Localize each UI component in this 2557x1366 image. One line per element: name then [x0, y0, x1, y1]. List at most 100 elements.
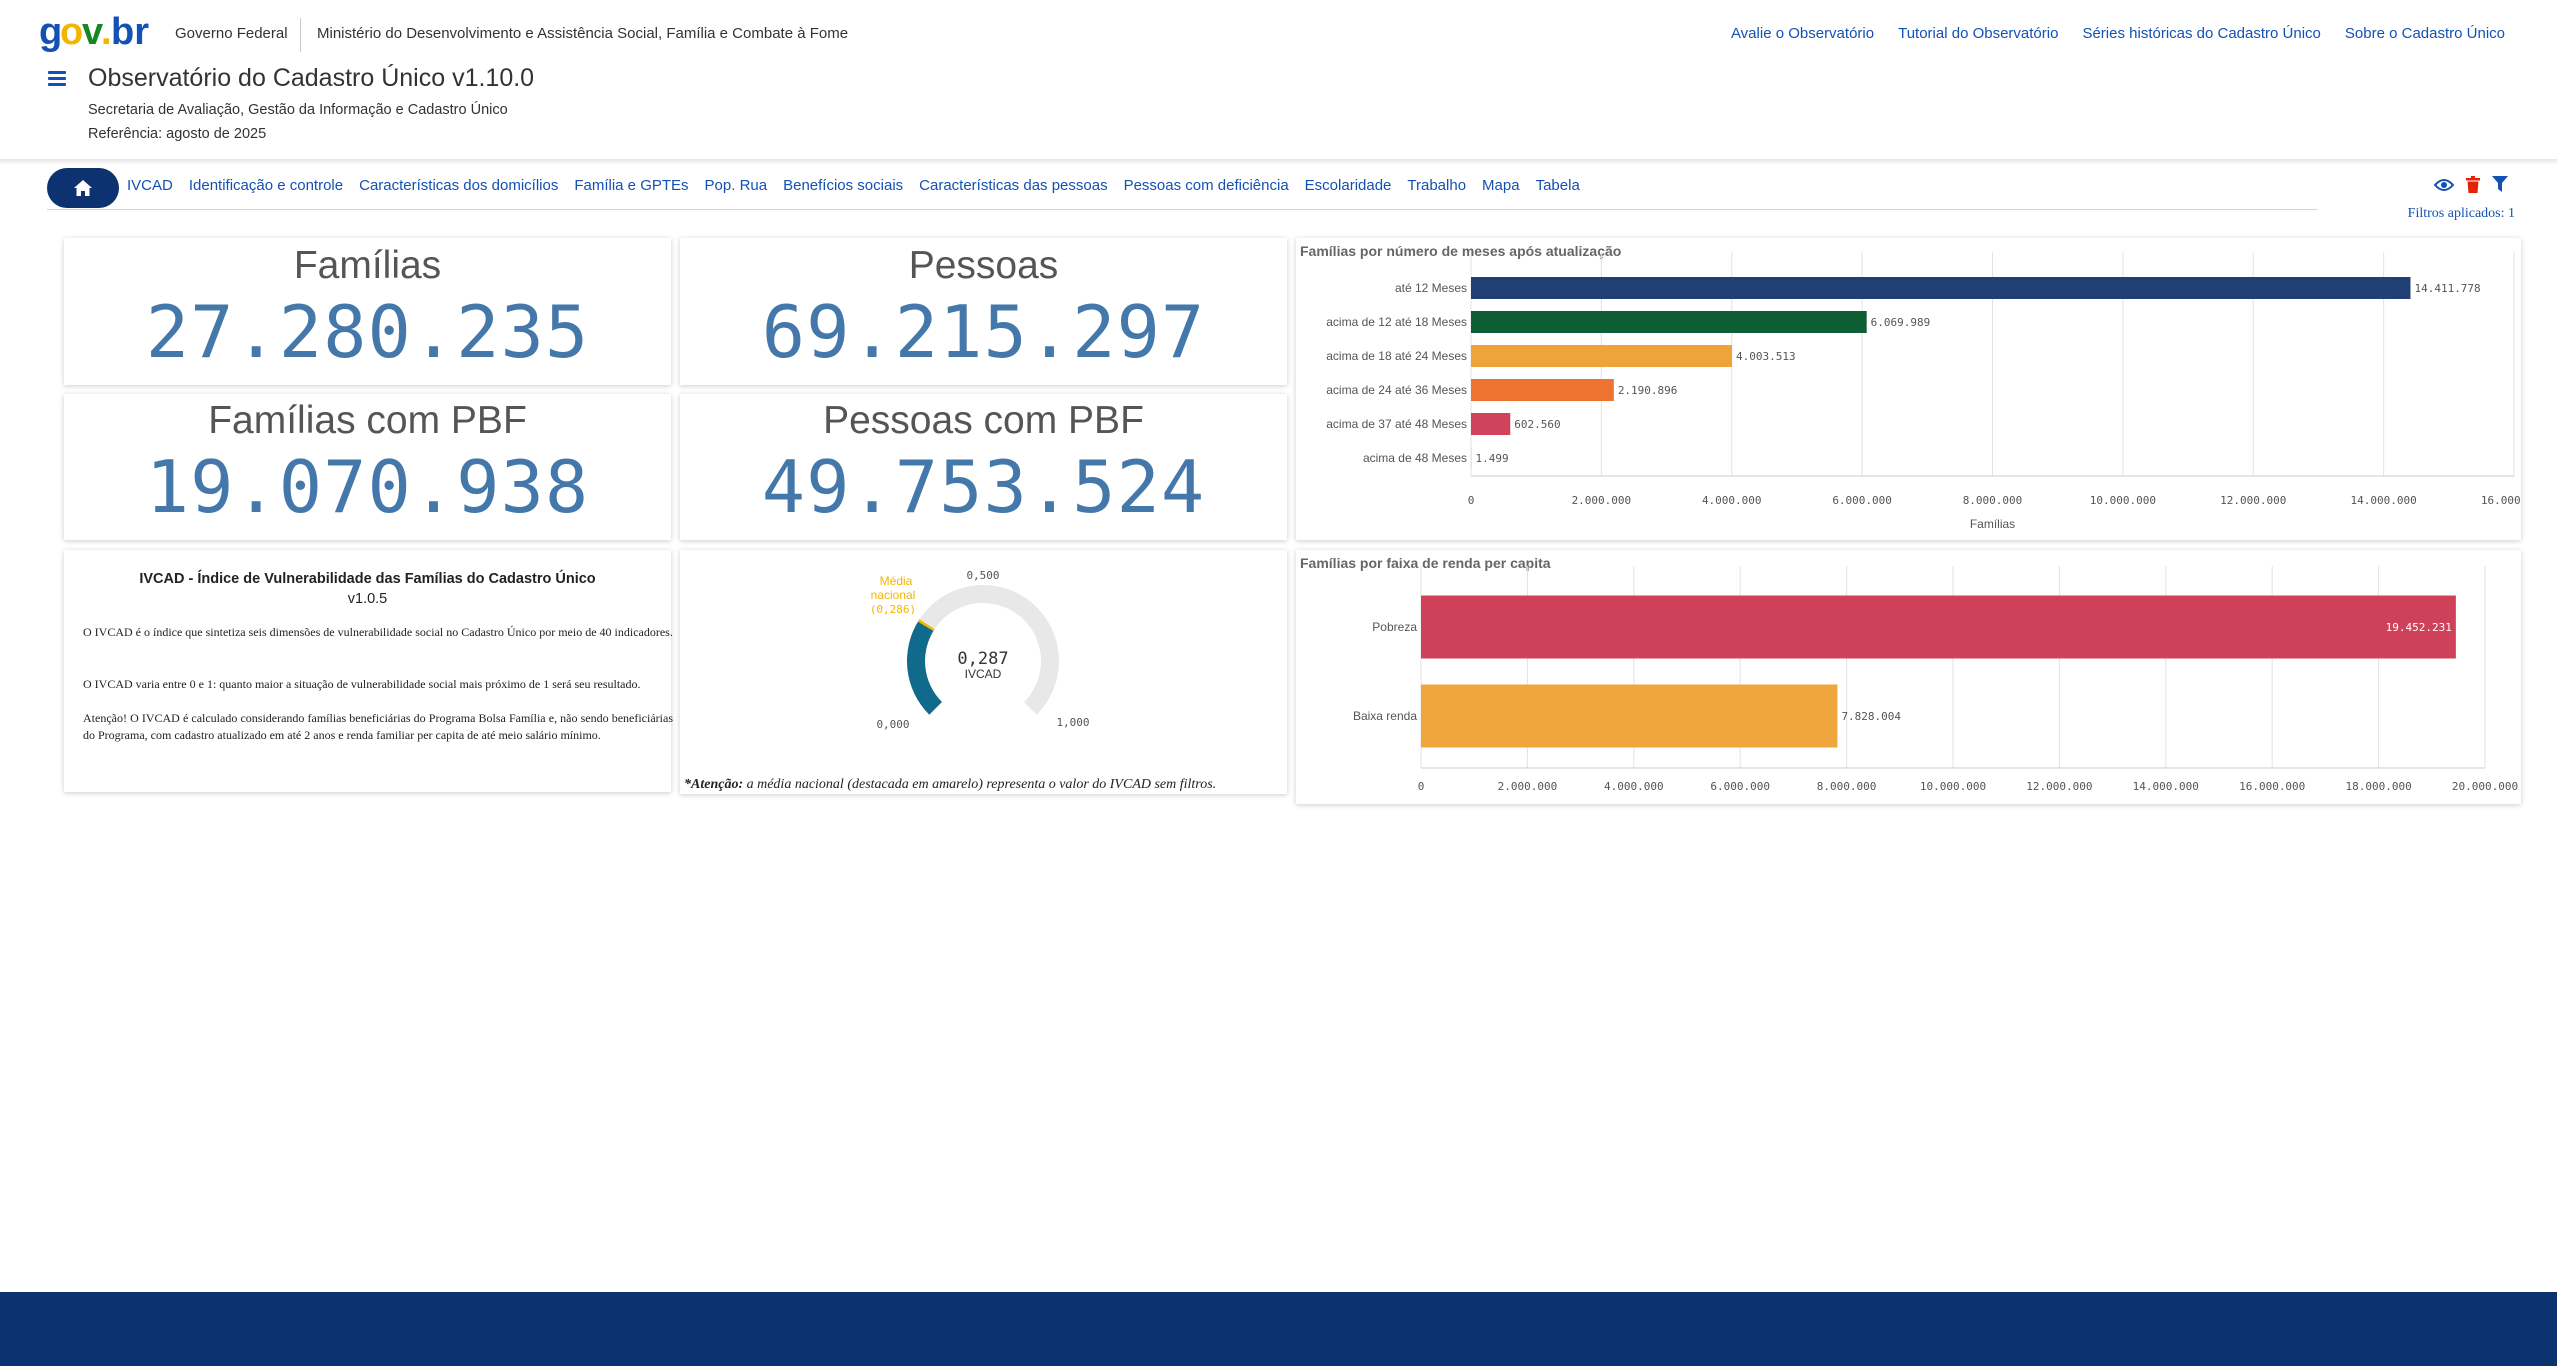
- kpi-label: Pessoas com PBF: [823, 399, 1144, 442]
- header-divider: [300, 18, 301, 52]
- ivcad-gauge-card: 0,287 IVCAD 0,500 0,000 1,000 Média naci…: [680, 550, 1287, 794]
- gauge-center-label: IVCAD: [965, 667, 1002, 681]
- gauge-note-text: a média nacional (destacada em amarelo) …: [743, 777, 1217, 792]
- home-icon: [74, 180, 92, 196]
- footer-bar: [0, 1292, 2557, 1366]
- category-label: acima de 48 Meses: [1363, 451, 1467, 465]
- category-label: Pobreza: [1372, 620, 1417, 634]
- link-tutorial[interactable]: Tutorial do Observatório: [1898, 25, 2058, 42]
- tab-escolaridade[interactable]: Escolaridade: [1305, 177, 1392, 194]
- filters-applied[interactable]: Filtros aplicados: 1: [2408, 206, 2515, 222]
- tab-deficiencia[interactable]: Pessoas com deficiência: [1124, 177, 1289, 194]
- kpi-value: 19.070.938: [145, 445, 590, 529]
- x-tick-label: 14.000.000: [2133, 780, 2199, 793]
- data-label: 19.452.231: [2386, 621, 2452, 634]
- tab-familia-gptes[interactable]: Família e GPTEs: [574, 177, 688, 194]
- kpi-value: 27.280.235: [145, 290, 590, 374]
- data-label: 1.499: [1476, 452, 1509, 465]
- data-label: 2.190.896: [1618, 384, 1678, 397]
- category-label: Baixa renda: [1353, 709, 1417, 723]
- svg-text:.: .: [101, 11, 112, 52]
- toolbar-icons: [2434, 176, 2508, 193]
- link-sobre[interactable]: Sobre o Cadastro Único: [2345, 25, 2505, 42]
- ivcad-paragraph-1: O IVCAD é o índice que sintetiza seis di…: [83, 625, 673, 639]
- national-average-label-3: (0,286): [870, 603, 916, 616]
- bar: [1471, 447, 1472, 469]
- data-label: 6.069.989: [1871, 316, 1931, 329]
- bar: [1471, 413, 1511, 435]
- x-tick-label: 16.000.000: [2481, 494, 2521, 507]
- national-average-label-2: nacional: [871, 588, 916, 602]
- x-tick-label: 6.000.000: [1710, 780, 1770, 793]
- ivcad-gauge: 0,287 IVCAD 0,500 0,000 1,000 Média naci…: [870, 569, 1090, 731]
- gauge-value: 0,287: [957, 649, 1008, 669]
- kpi-card-pessoas-pbf: Pessoas com PBF 49.753.524: [680, 394, 1287, 540]
- gauge-tick-min: 0,000: [876, 718, 909, 731]
- x-tick-label: 2.000.000: [1572, 494, 1632, 507]
- tab-domicilios[interactable]: Características dos domicílios: [359, 177, 558, 194]
- bar: [1471, 379, 1614, 401]
- gauge-note-bold: *Atenção:: [684, 777, 744, 792]
- tab-pop-rua[interactable]: Pop. Rua: [705, 177, 768, 194]
- national-average-label-1: Média: [880, 574, 913, 588]
- x-tick-label: 6.000.000: [1832, 494, 1892, 507]
- tab-mapa[interactable]: Mapa: [1482, 177, 1520, 194]
- data-label: 602.560: [1514, 418, 1560, 431]
- chart-card-renda: Famílias por faixa de renda per capita 0…: [1296, 550, 2521, 804]
- link-series-historicas[interactable]: Séries históricas do Cadastro Único: [2082, 25, 2320, 42]
- gauge-tick-mid: 0,500: [966, 569, 999, 582]
- x-tick-label: 18.000.000: [2345, 780, 2411, 793]
- tab-tabela[interactable]: Tabela: [1536, 177, 1580, 194]
- x-tick-label: 8.000.000: [1963, 494, 2023, 507]
- ivcad-info-card: IVCAD - Índice de Vulnerabilidade das Fa…: [64, 550, 673, 792]
- gauge-note: *Atenção: a média nacional (destacada em…: [684, 777, 1216, 793]
- tab-pessoas[interactable]: Características das pessoas: [919, 177, 1107, 194]
- data-label: 14.411.778: [2414, 282, 2480, 295]
- kpi-label: Famílias com PBF: [208, 399, 527, 442]
- ivcad-title: IVCAD - Índice de Vulnerabilidade das Fa…: [139, 571, 596, 587]
- link-avalie[interactable]: Avalie o Observatório: [1731, 25, 1874, 42]
- x-tick-label: 16.000.000: [2239, 780, 2305, 793]
- bar: [1421, 595, 2456, 659]
- kpi-label: Pessoas: [908, 244, 1059, 287]
- tab-identificacao[interactable]: Identificação e controle: [189, 177, 343, 194]
- chart-faixa-renda: 0 2.000.000 4.000.000 6.000.000 8.000.000 10.…: [1353, 566, 2518, 793]
- data-label: 7.828.004: [1841, 710, 1901, 723]
- x-tick-label: 4.000.000: [1702, 494, 1762, 507]
- tab-beneficios[interactable]: Benefícios sociais: [783, 177, 903, 194]
- top-links: Avalie o Observatório Tutorial do Observ…: [1731, 25, 2505, 42]
- menu-icon[interactable]: [48, 71, 66, 87]
- x-axis-label: Famílias: [1970, 517, 2015, 531]
- category-label: acima de 24 até 36 Meses: [1326, 383, 1467, 397]
- bar: [1471, 345, 1732, 367]
- x-tick-label: 12.000.000: [2220, 494, 2286, 507]
- svg-text:g: g: [39, 11, 62, 52]
- ministry-name: Ministério do Desenvolvimento e Assistên…: [317, 25, 849, 42]
- x-tick-label: 10.000.000: [2090, 494, 2156, 507]
- trash-icon[interactable]: [2466, 176, 2480, 193]
- kpi-label: Famílias: [293, 244, 442, 287]
- x-tick-label: 0: [1468, 494, 1475, 507]
- gauge-fill: [907, 620, 942, 715]
- chart-card-meses: Famílias por número de meses após atuali…: [1296, 238, 2521, 540]
- tab-ivcad[interactable]: IVCAD: [127, 177, 173, 194]
- filter-icon[interactable]: [2492, 176, 2508, 193]
- x-tick-label: 8.000.000: [1817, 780, 1877, 793]
- tab-trabalho[interactable]: Trabalho: [1407, 177, 1466, 194]
- kpi-value: 69.215.297: [761, 290, 1206, 374]
- home-button[interactable]: [47, 168, 119, 208]
- kpi-value: 49.753.524: [761, 445, 1206, 529]
- x-tick-label: 2.000.000: [1498, 780, 1558, 793]
- x-tick-label: 12.000.000: [2026, 780, 2092, 793]
- x-tick-label: 10.000.000: [1920, 780, 1986, 793]
- govbr-logo[interactable]: g o v . br: [39, 8, 154, 54]
- nav-divider: [47, 209, 2318, 210]
- ivcad-version: v1.0.5: [347, 591, 388, 607]
- bar: [1471, 277, 2411, 299]
- eye-icon[interactable]: [2434, 178, 2454, 192]
- top-bar: g o v . br Governo Federal Ministério do…: [0, 0, 2557, 68]
- page-title: Observatório do Cadastro Único v1.10.0: [88, 64, 535, 92]
- bar: [1471, 311, 1867, 333]
- svg-text:v: v: [82, 11, 103, 52]
- bar: [1421, 684, 1838, 748]
